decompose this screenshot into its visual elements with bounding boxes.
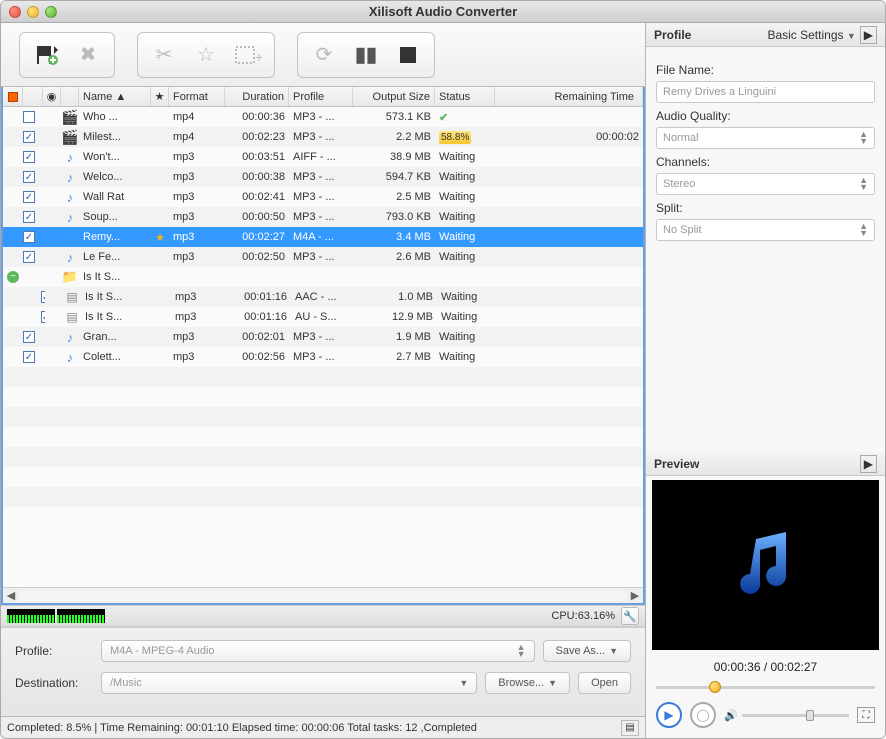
preview-stop-button[interactable]: ◯: [690, 702, 716, 728]
channels-select[interactable]: Stereo▲▼: [656, 173, 875, 195]
favorite-button[interactable]: ☆: [188, 39, 224, 71]
row-checkbox[interactable]: ✓: [23, 151, 35, 163]
table-row[interactable]: ✓♪Le Fe...mp300:02:50MP3 - ...2.6 MBWait…: [3, 247, 643, 267]
log-button[interactable]: ▤: [621, 720, 639, 736]
status-progress: 58.8%: [439, 131, 471, 144]
row-checkbox[interactable]: ✓: [23, 211, 35, 223]
preview-canvas: [652, 480, 879, 650]
star-icon: ★: [155, 231, 165, 244]
status-text: Completed: 8.5% | Time Remaining: 00:01:…: [7, 722, 477, 734]
status-done-icon: ✔: [439, 111, 448, 124]
table-row-empty: [3, 467, 643, 487]
stop-button[interactable]: [390, 39, 426, 71]
profile-label: Profile:: [15, 644, 93, 658]
preview-seek-slider[interactable]: [656, 680, 875, 694]
col-format[interactable]: Format: [169, 87, 225, 106]
destination-select[interactable]: /Music▼: [101, 672, 477, 694]
play-button[interactable]: ▶: [656, 702, 682, 728]
pause-button[interactable]: ▮▮: [348, 39, 384, 71]
window-title: Xilisoft Audio Converter: [1, 4, 885, 19]
table-row[interactable]: ✓🎬Milest...mp400:02:23MP3 - ...2.2 MB58.…: [3, 127, 643, 147]
fullscreen-button[interactable]: ⛶: [857, 707, 875, 723]
add-clip-button[interactable]: +: [230, 39, 266, 71]
collapse-icon[interactable]: −: [7, 271, 19, 283]
col-name[interactable]: Name ▲: [79, 87, 151, 106]
output-settings: Profile: M4A - MPEG-4 Audio▲▼ Save As...…: [1, 627, 645, 716]
table-header: ◉ Name ▲ ★ Format Duration Profile Outpu…: [3, 87, 643, 107]
table-row-empty: [3, 387, 643, 407]
expand-profile-button[interactable]: ▶: [860, 26, 877, 44]
svg-text:+: +: [255, 49, 262, 65]
cpu-graph-icon: [57, 609, 105, 623]
row-checkbox[interactable]: ✓: [23, 331, 35, 343]
col-star[interactable]: ★: [151, 87, 169, 106]
profile-panel-header: Profile Basic Settings ▼ ▶: [646, 23, 885, 47]
table-row-empty: [3, 407, 643, 427]
save-as-button[interactable]: Save As... ▼: [543, 640, 631, 662]
profile-select[interactable]: M4A - MPEG-4 Audio▲▼: [101, 640, 535, 662]
table-row[interactable]: ✓♪Soup...mp300:00:50MP3 - ...793.0 KBWai…: [3, 207, 643, 227]
preview-time: 00:00:36 / 00:02:27: [652, 660, 879, 674]
cpu-settings-button[interactable]: 🔧: [621, 607, 639, 625]
destination-label: Destination:: [15, 676, 93, 690]
horizontal-scrollbar[interactable]: ◀▶: [3, 587, 643, 603]
col-output-size[interactable]: Output Size: [353, 87, 435, 106]
table-row[interactable]: ✓▤Is It S...mp300:01:16AU - S...12.9 MBW…: [3, 307, 643, 327]
table-row[interactable]: ✓♪Won't...mp300:03:51AIFF - ...38.9 MBWa…: [3, 147, 643, 167]
table-row[interactable]: ✓♪Remy...★mp300:02:27M4A - ...3.4 MBWait…: [3, 227, 643, 247]
add-file-button[interactable]: [28, 39, 64, 71]
audio-quality-label: Audio Quality:: [656, 109, 875, 123]
row-checkbox[interactable]: ✓: [23, 251, 35, 263]
table-row-empty: [3, 367, 643, 387]
row-checkbox[interactable]: ✓: [23, 131, 35, 143]
open-button[interactable]: Open: [578, 672, 631, 694]
row-checkbox[interactable]: ✓: [23, 191, 35, 203]
titlebar: Xilisoft Audio Converter: [1, 1, 885, 23]
row-checkbox[interactable]: ✓: [23, 171, 35, 183]
col-playing[interactable]: ◉: [43, 87, 61, 106]
table-row-empty: [3, 447, 643, 467]
table-row[interactable]: ✓▤Is It S...mp300:01:16AAC - ...1.0 MBWa…: [3, 287, 643, 307]
cpu-graph-icon: [7, 609, 55, 623]
file-table: ◉ Name ▲ ★ Format Duration Profile Outpu…: [1, 87, 645, 605]
split-select[interactable]: No Split▲▼: [656, 219, 875, 241]
col-profile[interactable]: Profile: [289, 87, 353, 106]
row-checkbox[interactable]: ✓: [23, 351, 35, 363]
expand-preview-button[interactable]: ▶: [860, 455, 877, 473]
status-bar: Completed: 8.5% | Time Remaining: 00:01:…: [1, 716, 645, 738]
volume-slider[interactable]: [742, 714, 849, 717]
file-name-input[interactable]: [656, 81, 875, 103]
table-row[interactable]: ✓♪Wall Ratmp300:02:41MP3 - ...2.5 MBWait…: [3, 187, 643, 207]
browse-button[interactable]: Browse... ▼: [485, 672, 570, 694]
audio-quality-select[interactable]: Normal▲▼: [656, 127, 875, 149]
cpu-bar: CPU:63.16% 🔧: [1, 605, 645, 627]
remove-file-button[interactable]: ✖: [70, 39, 106, 71]
table-row[interactable]: 🎬Who ...mp400:00:36MP3 - ...573.1 KB✔: [3, 107, 643, 127]
table-row[interactable]: −📁Is It S...: [3, 267, 643, 287]
split-label: Split:: [656, 201, 875, 215]
file-name-label: File Name:: [656, 63, 875, 77]
select-all-checkbox[interactable]: [8, 92, 18, 102]
table-row[interactable]: ✓♪Welco...mp300:00:38MP3 - ...594.7 KBWa…: [3, 167, 643, 187]
toolbar: ✖ ✂ ☆ + ⟳ ▮▮: [1, 23, 645, 87]
basic-settings-dropdown[interactable]: Basic Settings ▼: [767, 28, 855, 42]
col-duration[interactable]: Duration: [225, 87, 289, 106]
music-note-icon: [726, 524, 806, 607]
table-row[interactable]: ✓♪Gran...mp300:02:01MP3 - ...1.9 MBWaiti…: [3, 327, 643, 347]
volume-icon: 🔊: [724, 709, 738, 722]
table-row-empty: [3, 427, 643, 447]
row-checkbox[interactable]: [23, 111, 35, 123]
refresh-button[interactable]: ⟳: [306, 39, 342, 71]
col-status[interactable]: Status: [435, 87, 495, 106]
cut-button[interactable]: ✂: [146, 39, 182, 71]
table-row[interactable]: ✓♪Colett...mp300:02:56MP3 - ...2.7 MBWai…: [3, 347, 643, 367]
table-row-empty: [3, 487, 643, 507]
col-remaining[interactable]: Remaining Time: [495, 87, 643, 106]
row-checkbox[interactable]: ✓: [23, 231, 35, 243]
channels-label: Channels:: [656, 155, 875, 169]
preview-panel-header: Preview ▶: [646, 452, 885, 476]
